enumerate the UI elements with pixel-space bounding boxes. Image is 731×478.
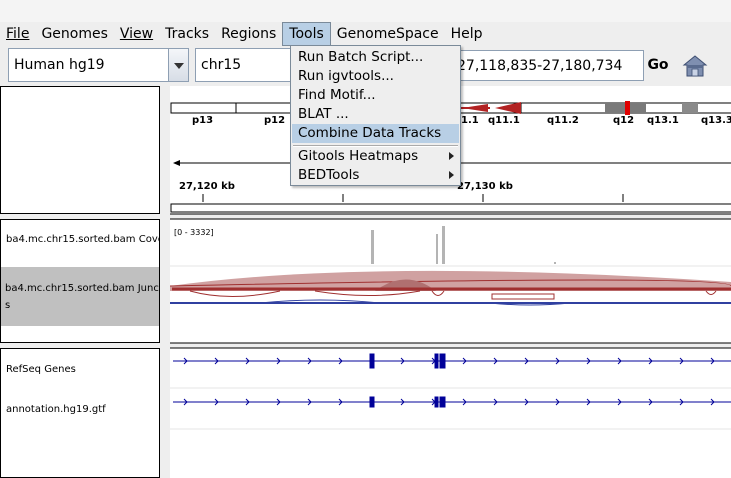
coverage-track[interactable]: [0 - 3332] [174,226,556,264]
gene-exon [439,353,446,369]
junction-track-label-wrap: s [5,300,11,311]
menu-regions[interactable]: Regions [215,22,282,46]
refseq-gene-track[interactable] [173,353,731,369]
menu-tracks[interactable]: Tracks [159,22,215,46]
coverage-peak [554,262,556,264]
home-icon[interactable] [682,54,708,78]
menu-file-label: File [6,26,30,42]
chevron-down-icon[interactable] [168,49,188,81]
junction-arc-below [431,290,445,296]
coverage-peak [436,234,438,264]
coverage-track-label[interactable]: ba4.mc.chr15.sorted.bam Cove [2,234,160,245]
band-label: 1.1 [461,115,479,126]
annotation-gene-track[interactable] [173,396,731,408]
menu-item-bedtools-label: BEDTools [298,167,360,183]
menu-item-bedtools[interactable]: BEDTools [292,166,459,185]
chromosome-value: chr15 [201,57,242,73]
genome-dropdown[interactable]: Human hg19 [8,48,189,82]
menu-item-gitools-heatmaps[interactable]: Gitools Heatmaps [292,147,459,166]
band-label: q11.2 [547,115,579,126]
submenu-arrow-icon [449,152,454,160]
ideogram-centromere-bar [460,107,490,109]
refseq-track-label[interactable]: RefSeq Genes [2,364,160,375]
junction-track-label-selected[interactable]: ba4.mc.chr15.sorted.bam Junction s [1,267,159,326]
menu-item-run-igvtools[interactable]: Run igvtools... [292,67,459,86]
menu-help[interactable]: Help [445,22,489,46]
locus-input[interactable]: 27,118,835-27,180,734 [446,50,644,81]
menu-genomes[interactable]: Genomes [35,22,113,46]
junction-arc-below [705,290,717,295]
menu-item-find-motif[interactable]: Find Motif... [292,86,459,105]
coverage-peak [442,226,445,264]
menu-tracks-label: Tracks [165,26,210,42]
band-label: p12 [264,115,285,126]
left-arrow-icon [173,160,180,166]
locus-value: 27,118,835-27,180,734 [457,58,623,74]
menu-regions-label: Regions [221,26,277,42]
menu-tools[interactable]: Tools [282,22,331,46]
band-label: q11.1 [488,115,520,126]
menu-genomespace[interactable]: GenomeSpace [331,22,445,46]
junction-arc-below [314,290,421,296]
ideogram-band-dark [682,103,698,113]
menu-item-combine-data-tracks[interactable]: Combine Data Tracks [292,124,459,143]
coverage-peak [371,230,374,264]
band-label: p13 [192,115,213,126]
submenu-arrow-icon [449,171,454,179]
menu-bar: File Genomes View Tracks Regions Tools G… [0,22,731,46]
junction-track[interactable] [170,270,731,306]
genome-value: Human hg19 [14,57,105,73]
header-name-panel [0,86,160,214]
junction-track-label: ba4.mc.chr15.sorted.bam Junction [5,283,159,294]
band-label: q13.3 [701,115,731,126]
gene-exon [439,396,446,408]
window-top-strip [0,0,731,22]
menu-help-label: Help [450,26,483,42]
menu-tools-label: Tools [289,26,324,42]
junction-box [491,293,555,300]
menu-item-gitools-heatmaps-label: Gitools Heatmaps [298,148,419,164]
annotation-track-label[interactable]: annotation.hg19.gtf [2,404,160,415]
ruler-label: 27,130 kb [457,181,513,192]
menu-file[interactable]: File [0,22,35,46]
menu-genomespace-label: GenomeSpace [336,26,439,42]
band-label: q12 [613,115,634,126]
menu-genomes-label: Genomes [41,26,108,42]
menu-view-label: View [119,26,154,42]
coverage-range: [0 - 3332] [174,228,214,237]
feature-track-name-panel: RefSeq Genes annotation.hg19.gtf [0,348,160,478]
menu-item-blat[interactable]: BLAT ... [292,105,459,124]
ruler-bar [170,203,731,213]
panel-divider [170,214,731,219]
menu-view[interactable]: View [114,22,159,46]
data-track-name-panel: ba4.mc.chr15.sorted.bam Cove ba4.mc.chr1… [0,219,160,343]
menu-item-run-batch-script[interactable]: Run Batch Script... [292,48,459,67]
ruler-label: 27,120 kb [179,181,235,192]
panel-divider [170,343,731,348]
tools-menu: Run Batch Script... Run igvtools... Find… [290,45,461,186]
junction-arc-below [189,290,281,297]
ideogram-current-region [625,101,630,115]
band-label: q13.1 [647,115,679,126]
go-button[interactable]: Go [644,50,672,81]
